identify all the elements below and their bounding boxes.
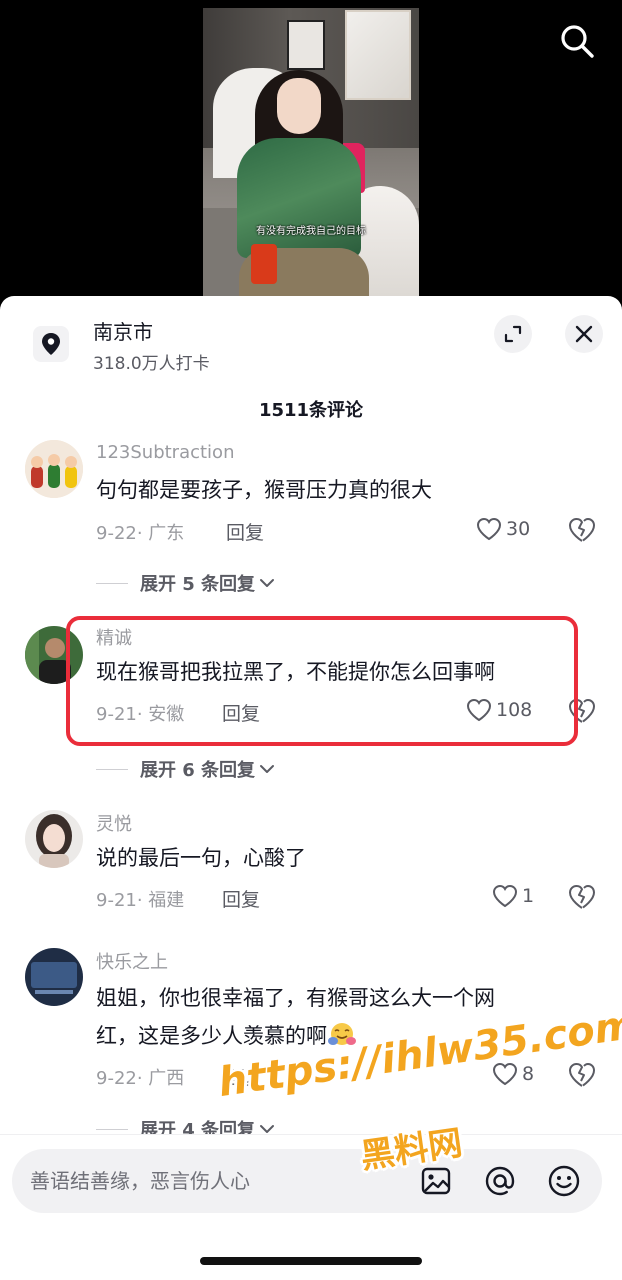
comment-item: 灵悦 说的最后一句，心酸了 9-21· 福建 回复 1 bbox=[0, 808, 622, 938]
like-count: 30 bbox=[506, 518, 531, 540]
comment-input-bar bbox=[0, 1134, 622, 1280]
like-button[interactable]: 8 bbox=[492, 1062, 534, 1086]
avatar-person-image bbox=[25, 626, 83, 684]
comment-date-region: 9-22· 广东 bbox=[96, 523, 185, 544]
search-icon bbox=[561, 25, 594, 58]
video-wall-frame bbox=[287, 20, 325, 70]
at-icon bbox=[485, 1166, 515, 1196]
close-button[interactable] bbox=[565, 315, 603, 353]
image-icon bbox=[421, 1167, 451, 1195]
comment-input[interactable] bbox=[30, 1149, 410, 1213]
location-checkins: 318.0万人打卡 bbox=[93, 354, 210, 374]
video-person-face bbox=[277, 78, 321, 134]
expand-divider bbox=[96, 582, 128, 584]
video-frame[interactable]: 有没有完成我自己的目标 bbox=[203, 8, 419, 300]
avatar[interactable] bbox=[25, 948, 83, 1006]
comment-item: 123Subtraction 句句都是要孩子，猴哥压力真的很大 9-22· 广东… bbox=[0, 436, 622, 606]
broken-heart-icon bbox=[569, 698, 596, 723]
comment-count: 1511条评论 bbox=[258, 400, 364, 421]
broken-heart-icon bbox=[569, 884, 596, 909]
avatar[interactable] bbox=[25, 810, 83, 868]
avatar[interactable] bbox=[25, 440, 83, 498]
like-count: 1 bbox=[522, 885, 535, 907]
comment-text: 句句都是要孩子，猴哥压力真的很大 bbox=[96, 478, 432, 502]
video-wall-painting bbox=[345, 10, 411, 100]
dislike-button[interactable] bbox=[568, 698, 596, 724]
dislike-button[interactable] bbox=[568, 517, 596, 543]
video-caption: 有没有完成我自己的目标 bbox=[256, 226, 366, 237]
expand-button[interactable] bbox=[494, 315, 532, 353]
comment-username[interactable]: 灵悦 bbox=[96, 810, 132, 836]
reply-button[interactable]: 回复 bbox=[222, 885, 260, 912]
comment-input-pill[interactable] bbox=[12, 1149, 602, 1213]
expand-replies-label: 展开 5 条回复 bbox=[140, 574, 256, 595]
location-pin-icon bbox=[42, 333, 60, 355]
location-header[interactable]: 南京市 318.0万人打卡 bbox=[0, 296, 622, 386]
video-person-body bbox=[237, 138, 361, 258]
video-player[interactable]: 有没有完成我自己的目标 bbox=[0, 0, 622, 300]
location-name[interactable]: 南京市 bbox=[93, 316, 153, 345]
expand-replies-label: 展开 6 条回复 bbox=[140, 760, 256, 781]
home-indicator[interactable] bbox=[200, 1257, 422, 1265]
like-count: 8 bbox=[522, 1063, 535, 1085]
video-snack-bag bbox=[251, 244, 277, 284]
broken-heart-icon bbox=[569, 1062, 596, 1087]
comment-text: 现在猴哥把我拉黑了，不能提你怎么回事啊 bbox=[96, 660, 495, 684]
heart-icon bbox=[476, 517, 502, 541]
avatar-girl-image bbox=[25, 810, 83, 868]
emoji-icon bbox=[548, 1165, 580, 1197]
location-icon-badge bbox=[33, 326, 69, 362]
like-button[interactable]: 30 bbox=[476, 517, 530, 541]
heart-icon bbox=[492, 884, 518, 908]
close-icon bbox=[575, 325, 593, 343]
search-button[interactable] bbox=[558, 22, 596, 60]
comment-username[interactable]: 精诚 bbox=[96, 624, 132, 650]
avatar-figures-image bbox=[25, 440, 83, 498]
heart-icon bbox=[466, 698, 492, 722]
hug-emoji-icon bbox=[328, 1023, 356, 1045]
reply-button[interactable]: 回复 bbox=[222, 699, 260, 726]
heart-icon bbox=[492, 1062, 518, 1086]
avatar[interactable] bbox=[25, 626, 83, 684]
like-count: 108 bbox=[496, 699, 533, 721]
emoji-button[interactable] bbox=[546, 1163, 582, 1199]
comment-username[interactable]: 快乐之上 bbox=[96, 948, 168, 974]
dislike-button[interactable] bbox=[568, 1062, 596, 1088]
chevron-down-icon bbox=[260, 765, 275, 773]
mention-button[interactable] bbox=[482, 1163, 518, 1199]
expand-divider bbox=[96, 1128, 128, 1130]
comments-sheet: 南京市 318.0万人打卡 1511条评论 123Subtraction 句句都… bbox=[0, 296, 622, 1280]
comment-text: 说的最后一句，心酸了 bbox=[96, 846, 306, 870]
chevron-down-icon bbox=[260, 579, 275, 587]
comment-text-line2-wrap: 红，这是多少人羡慕的啊 bbox=[96, 1019, 357, 1053]
like-button[interactable]: 108 bbox=[466, 698, 532, 722]
comment-text-line2: 红，这是多少人羡慕的啊 bbox=[96, 1024, 327, 1048]
expand-icon bbox=[504, 325, 522, 343]
like-button[interactable]: 1 bbox=[492, 884, 534, 908]
expand-divider bbox=[96, 768, 128, 770]
reply-button[interactable]: 回复 bbox=[226, 518, 264, 545]
broken-heart-icon bbox=[569, 517, 596, 542]
comment-item: 精诚 现在猴哥把我拉黑了，不能提你怎么回事啊 9-21· 安徽 回复 108 展… bbox=[0, 622, 622, 792]
image-button[interactable] bbox=[418, 1163, 454, 1199]
comment-username[interactable]: 123Subtraction bbox=[96, 442, 234, 463]
dislike-button[interactable] bbox=[568, 884, 596, 910]
comment-date-region: 9-21· 安徽 bbox=[96, 704, 185, 725]
comment-item: 快乐之上 姐姐，你也很幸福了，有猴哥这么大一个网 红，这是多少人羡慕的啊 9-2… bbox=[0, 946, 622, 1146]
comment-date-region: 9-21· 福建 bbox=[96, 890, 185, 911]
avatar-screen-image bbox=[25, 948, 83, 1006]
comment-text-line1: 姐姐，你也很幸福了，有猴哥这么大一个网 bbox=[96, 986, 495, 1010]
comment-date-region: 9-22· 广西 bbox=[96, 1068, 185, 1089]
expand-replies-button[interactable]: 展开 6 条回复 bbox=[96, 756, 275, 782]
reply-button[interactable]: 回复 bbox=[226, 1063, 264, 1090]
expand-replies-button[interactable]: 展开 5 条回复 bbox=[96, 570, 275, 596]
